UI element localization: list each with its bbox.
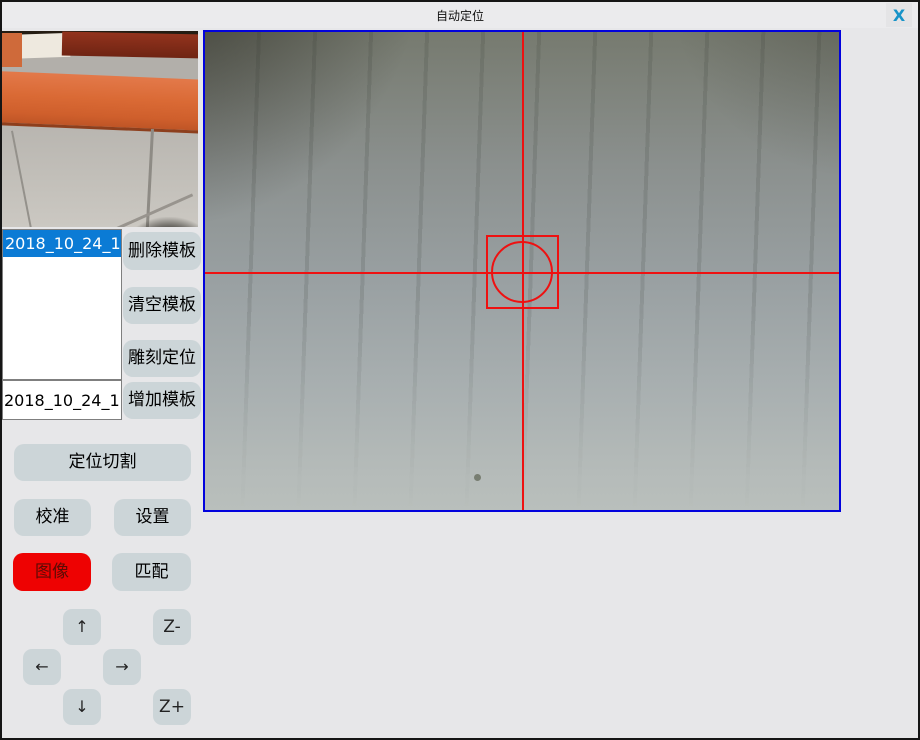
camera-speck xyxy=(474,474,481,481)
image-button[interactable]: 图像 xyxy=(13,553,91,591)
template-thumbnail-image xyxy=(2,31,198,227)
auto-position-dialog: 自动定位 X 2018_10_24_11 删除模板 清空模板 雕刻定位 增加模板… xyxy=(0,0,920,740)
delete-template-button[interactable]: 删除模板 xyxy=(123,232,201,270)
thumb-orange-beam xyxy=(2,71,198,134)
thumb-tile-grout-line xyxy=(11,131,38,227)
calibrate-button[interactable]: 校准 xyxy=(14,499,91,536)
close-icon[interactable]: X xyxy=(886,3,912,27)
target-circle-overlay xyxy=(491,241,553,303)
clear-templates-button[interactable]: 清空模板 xyxy=(123,287,201,324)
add-template-button[interactable]: 增加模板 xyxy=(123,382,201,419)
template-list[interactable]: 2018_10_24_11 xyxy=(2,229,122,380)
thumb-dark-object xyxy=(124,217,198,227)
jog-down-button[interactable]: ↓ xyxy=(63,689,101,725)
title-bar: 自动定位 X xyxy=(2,2,918,28)
engrave-position-button[interactable]: 雕刻定位 xyxy=(123,340,201,377)
jog-z-plus-button[interactable]: Z+ xyxy=(153,689,191,725)
position-cut-button[interactable]: 定位切割 xyxy=(14,444,191,481)
jog-right-button[interactable]: → xyxy=(103,649,141,685)
settings-button[interactable]: 设置 xyxy=(114,499,191,536)
match-button[interactable]: 匹配 xyxy=(112,553,191,591)
thumb-maroon-plank xyxy=(62,32,198,59)
camera-view[interactable] xyxy=(203,30,841,512)
jog-left-button[interactable]: ← xyxy=(23,649,61,685)
jog-up-button[interactable]: ↑ xyxy=(63,609,101,645)
dialog-title: 自动定位 xyxy=(436,7,484,24)
thumb-orange-patch xyxy=(2,33,22,67)
jog-z-minus-button[interactable]: Z- xyxy=(153,609,191,645)
template-list-item[interactable]: 2018_10_24_11 xyxy=(3,230,121,257)
template-name-field[interactable] xyxy=(2,380,122,420)
